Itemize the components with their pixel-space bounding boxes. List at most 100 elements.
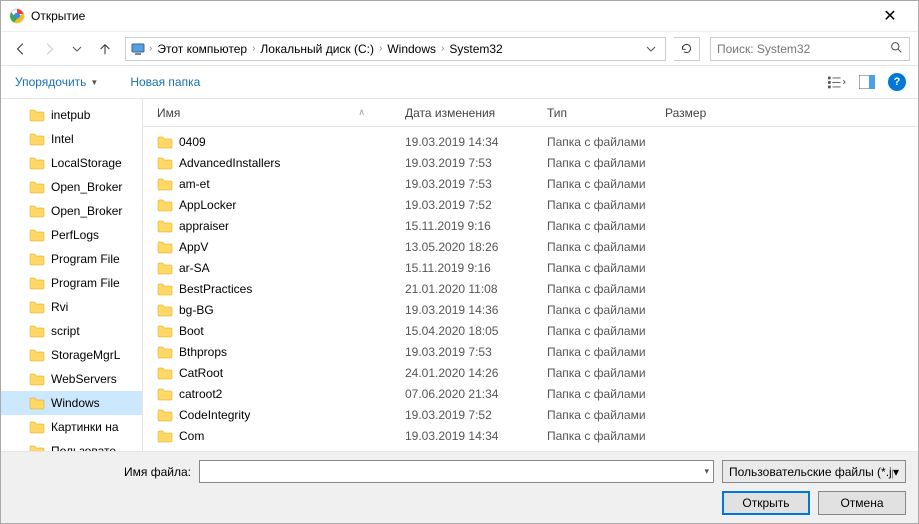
search-box[interactable] [710,37,910,61]
file-name: 0409 [179,135,206,149]
tree-item[interactable]: StorageMgrL [1,343,142,367]
file-row[interactable]: AppLocker19.03.2019 7:52Папка с файлами [143,194,918,215]
tree-item-label: Windows [51,396,100,410]
close-button[interactable]: ✕ [870,6,910,26]
crumb-windows[interactable]: Windows [383,38,440,60]
tree-item-label: inetpub [51,108,90,122]
cancel-button[interactable]: Отмена [818,491,906,515]
forward-button[interactable] [37,37,61,61]
organize-button[interactable]: Упорядочить▼ [13,71,100,93]
nav-bar: › Этот компьютер › Локальный диск (C:) ›… [1,31,918,65]
recent-dropdown[interactable] [65,37,89,61]
tree-item[interactable]: script [1,319,142,343]
file-row[interactable]: 040919.03.2019 14:34Папка с файлами [143,131,918,152]
tree-item[interactable]: Картинки на [1,415,142,439]
refresh-button[interactable] [674,37,700,61]
search-input[interactable] [717,42,890,56]
col-size[interactable]: Размер [665,106,745,120]
file-date: 19.03.2019 14:34 [405,135,547,149]
tree-item-label: LocalStorage [51,156,122,170]
tree-item[interactable]: Open_Broker [1,199,142,223]
tree-item[interactable]: Open_Broker [1,175,142,199]
tree-item[interactable]: PerfLogs [1,223,142,247]
file-row[interactable]: appraiser15.11.2019 9:16Папка с файлами [143,215,918,236]
path-dropdown[interactable] [639,37,663,61]
tree-item[interactable]: Program File [1,247,142,271]
tree-item[interactable]: Windows [1,391,142,415]
file-date: 19.03.2019 7:53 [405,156,547,170]
toolbar: Упорядочить▼ Новая папка ? [1,65,918,99]
file-row[interactable]: BestPractices21.01.2020 11:08Папка с фай… [143,278,918,299]
file-row[interactable]: CatRoot24.01.2020 14:26Папка с файлами [143,362,918,383]
crumb-pc[interactable]: Этот компьютер [153,38,251,60]
file-row[interactable]: catroot207.06.2020 21:34Папка с файлами [143,383,918,404]
file-name: appraiser [179,219,229,233]
file-date: 24.01.2020 14:26 [405,366,547,380]
file-row[interactable]: am-et 19.03.2019 7:53Папка с файлами [143,173,918,194]
file-type: Папка с файлами [547,345,665,359]
tree-item[interactable]: LocalStorage [1,151,142,175]
file-name: ar-SA [179,261,210,275]
file-list[interactable]: 0409 19.03.2019 14:34 Папка с файлами Advan… [143,127,918,451]
tree-item[interactable]: Intel [1,127,142,151]
file-row[interactable]: Boot15.04.2020 18:05Папка с файлами [143,320,918,341]
file-row[interactable]: AppV13.05.2020 18:26Папка с файлами [143,236,918,257]
file-row[interactable]: CodeIntegrity19.03.2019 7:52Папка с файл… [143,404,918,425]
file-row[interactable]: Bthprops19.03.2019 7:53Папка с файлами [143,341,918,362]
file-date: 19.03.2019 14:36 [405,303,547,317]
tree-item[interactable]: Rvi [1,295,142,319]
file-date: 19.03.2019 7:52 [405,408,547,422]
view-details-button[interactable] [828,73,846,91]
tree-item-label: PerfLogs [51,228,99,242]
tree-item-label: Open_Broker [51,204,122,218]
tree-item-label: script [51,324,80,338]
tree-item-label: Program File [51,276,120,290]
chevron-down-icon[interactable]: ▾ [698,466,709,477]
file-type: Папка с файлами [547,198,665,212]
filename-input[interactable] [204,465,698,479]
chevron-down-icon: ▾ [893,465,899,479]
file-type: Папка с файлами [547,177,665,191]
tree-item[interactable]: Program File [1,271,142,295]
file-name: bg-BG [179,303,214,317]
chevron-down-icon: ▼ [90,78,98,87]
file-date: 07.06.2020 21:34 [405,387,547,401]
file-name: am-et [179,177,210,191]
file-name: BestPractices [179,282,252,296]
tree-item-label: Intel [51,132,74,146]
col-name[interactable]: Имя∧ [157,106,405,120]
file-type: Папка с файлами [547,408,665,422]
file-date: 13.05.2020 18:26 [405,240,547,254]
filename-label: Имя файла: [13,465,199,479]
file-date: 19.03.2019 7:53 [405,177,547,191]
column-headers[interactable]: Имя∧ Дата изменения Тип Размер [143,99,918,127]
filename-combo[interactable]: ▾ [199,460,714,483]
help-button[interactable]: ? [888,73,906,91]
tree-item[interactable]: inetpub [1,103,142,127]
breadcrumb-bar[interactable]: › Этот компьютер › Локальный диск (C:) ›… [125,37,666,61]
file-row[interactable]: bg-BG19.03.2019 14:36Папка с файлами [143,299,918,320]
col-date[interactable]: Дата изменения [405,106,547,120]
tree-item[interactable]: WebServers [1,367,142,391]
crumb-system32[interactable]: System32 [445,38,506,60]
search-icon[interactable] [890,41,903,57]
new-folder-button[interactable]: Новая папка [128,71,202,93]
folder-tree[interactable]: inetpub Intel LocalStorage Open_Broker Open_… [1,99,143,451]
tree-item[interactable]: Пользовате [1,439,142,451]
tree-item-label: Rvi [51,300,68,314]
open-button[interactable]: Открыть [722,491,810,515]
file-type: Папка с файлами [547,366,665,380]
up-button[interactable] [93,37,117,61]
back-button[interactable] [9,37,33,61]
file-date: 15.11.2019 9:16 [405,219,547,233]
file-row[interactable]: AdvancedInstallers19.03.2019 7:53Папка с… [143,152,918,173]
file-type-filter[interactable]: Пользовательские файлы (*.jp▾ [722,460,906,483]
file-name: Boot [179,324,204,338]
file-type: Папка с файлами [547,240,665,254]
file-name: catroot2 [179,387,222,401]
col-type[interactable]: Тип [547,106,665,120]
preview-pane-button[interactable] [858,73,876,91]
crumb-c[interactable]: Локальный диск (C:) [256,38,378,60]
file-row[interactable]: ar-SA15.11.2019 9:16Папка с файлами [143,257,918,278]
file-row[interactable]: Com19.03.2019 14:34Папка с файлами [143,425,918,446]
